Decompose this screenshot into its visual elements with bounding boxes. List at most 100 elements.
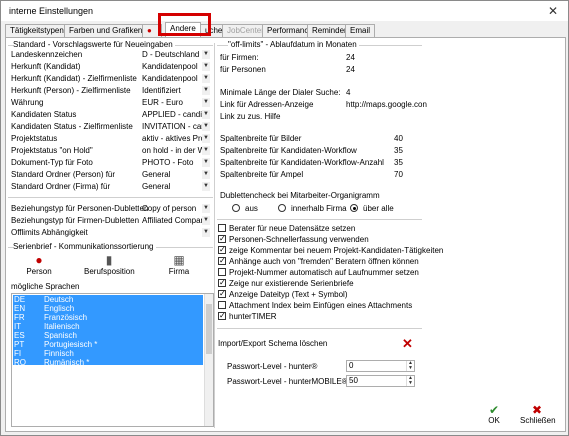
password-hunter-stepper[interactable]: 0 ▲ ▼	[346, 360, 415, 372]
row-label: Herkunft (Kandidat)	[11, 62, 81, 71]
close-icon: ✖	[531, 403, 543, 417]
radio-label: über alle	[363, 204, 394, 213]
chevron-down-icon: ▼	[202, 62, 210, 71]
ok-button[interactable]: ✔ OK	[484, 404, 504, 425]
password-mobile-stepper[interactable]: 50 ▲ ▼	[346, 375, 415, 387]
checkbox-attachment-index[interactable]	[218, 301, 226, 309]
chevron-down-icon: ▼	[202, 110, 210, 119]
checkbox-huntertimer[interactable]: ✓	[218, 312, 226, 320]
projektstatus-onhold-select[interactable]: on hold - in der Wa ▼	[139, 145, 211, 156]
ordner-firma-select[interactable]: General ▼	[139, 181, 211, 192]
landeskennzeichen-select[interactable]: D - Deutschland ▼	[139, 49, 211, 60]
list-item[interactable]: FR Französisch	[14, 313, 87, 322]
radio-ueber-alle[interactable]	[350, 204, 358, 212]
list-item[interactable]: DE Deutsch	[14, 295, 73, 304]
dialer-length-field[interactable]: 4	[346, 88, 350, 97]
row-label: Beziehungstyp für Firmen-Dubletten	[11, 216, 140, 225]
list-item[interactable]: RO Rumänisch *	[14, 358, 89, 367]
stepper-arrows-icon: ▲ ▼	[406, 376, 414, 386]
tab-traffic-light[interactable]: ●	[142, 24, 162, 37]
person-icon: ●	[35, 253, 43, 267]
close-icon[interactable]: ✕	[548, 4, 558, 18]
checkbox-label: Zeige nur existierende Serienbriefe	[229, 279, 354, 288]
offlimits-personen-label: für Personen	[220, 65, 266, 74]
checkbox-dateityp[interactable]: ✓	[218, 290, 226, 298]
traffic-light-icon: ●	[147, 26, 152, 35]
tab-taetigkeitstypen[interactable]: Tätigkeitstypen	[5, 24, 69, 37]
projektstatus-select[interactable]: aktiv - aktives Proje ▼	[139, 133, 211, 144]
serial-berufsposition-button[interactable]: ▮ Berufsposition	[84, 254, 135, 277]
list-item[interactable]: FI Finnisch	[14, 349, 74, 358]
list-item[interactable]: PT Portugiesisch *	[14, 340, 97, 349]
row-label: Herkunft (Person) - Zielfirmenliste	[11, 86, 131, 95]
checkbox-label: Anhänge auch von "fremden" Beratern öffn…	[229, 257, 419, 266]
width-field[interactable]: 40	[394, 134, 403, 143]
address-link-field[interactable]: http://maps.google.con	[346, 100, 427, 109]
checkbox-schnellerfassung[interactable]: ✓	[218, 235, 226, 243]
width-label: Spaltenbreite für Bilder	[220, 134, 302, 143]
chevron-down-icon: ▼	[202, 216, 210, 225]
checkbox-serienbriefe[interactable]: ✓	[218, 279, 226, 287]
serial-person-button[interactable]: ● Person	[24, 253, 54, 277]
languages-title: mögliche Sprachen	[11, 282, 80, 291]
dialer-label: Minimale Länge der Dialer Suche:	[220, 88, 341, 97]
radio-innerhalb-firma[interactable]	[278, 204, 286, 212]
tab-farben-grafiken[interactable]: Farben und Grafiken	[64, 24, 148, 37]
row-label: Dokument-Typ für Foto	[11, 158, 93, 167]
width-field[interactable]: 35	[394, 158, 403, 167]
offlimits-personen-field[interactable]: 24	[346, 65, 355, 74]
stepper-arrows-icon: ▲ ▼	[406, 361, 414, 371]
schliessen-button[interactable]: ✖ Schließen	[520, 403, 556, 425]
languages-listbox[interactable]: DE Deutsch EN Englisch FR Französisch IT Ita…	[11, 293, 214, 427]
chevron-down-icon: ▼	[202, 228, 210, 237]
settings-window: interne Einstellungen ✕ Tätigkeitstypen …	[0, 0, 569, 436]
list-item[interactable]: EN Englisch	[14, 304, 74, 313]
dublettencheck-title: Dublettencheck bei Mitarbeiter-Organigra…	[220, 191, 380, 200]
checkbox-projektnummer[interactable]	[218, 268, 226, 276]
width-field[interactable]: 35	[394, 146, 403, 155]
chevron-down-icon: ▼	[202, 182, 210, 191]
offlimits-firmen-label: für Firmen:	[220, 53, 259, 62]
kandidaten-status-ziel-select[interactable]: INVITATION - canc ▼	[139, 121, 211, 132]
beziehung-firmen-select[interactable]: Affiliated Company ▼	[139, 215, 211, 226]
width-field[interactable]: 70	[394, 170, 403, 179]
tab-andere[interactable]: Andere	[165, 22, 201, 37]
beziehung-personen-select[interactable]: Copy of person ▼	[139, 203, 211, 214]
row-label: Projektstatus "on Hold"	[11, 146, 93, 155]
row-label: Projektstatus	[11, 134, 58, 143]
checkbox-label: hunterTIMER	[229, 312, 277, 321]
chevron-down-icon: ▼	[202, 50, 210, 59]
building-icon: ▦	[173, 253, 185, 267]
checkbox-kommentar[interactable]: ✓	[218, 246, 226, 254]
tab-panel-andere: Standard - Vorschlagswerte für Neueingab…	[5, 37, 566, 432]
width-label: Spaltenbreite für Kandidaten-Workflow	[220, 146, 357, 155]
tab-email[interactable]: Email	[345, 24, 376, 37]
checkbox-label: Personen-Schnellerfassung verwenden	[229, 235, 369, 244]
kandidaten-status-select[interactable]: APPLIED - candida ▼	[139, 109, 211, 120]
schema-label: Import/Export Schema löschen	[218, 339, 328, 348]
delete-icon[interactable]: ✕	[402, 336, 413, 352]
offlimits-firmen-field[interactable]: 24	[346, 53, 355, 62]
list-item[interactable]: IT Italienisch	[14, 322, 80, 331]
row-label: Beziehungstyp für Personen-Dubletten	[11, 204, 149, 213]
list-item[interactable]: ES Spanisch	[14, 331, 77, 340]
radio-label: innerhalb Firma	[291, 204, 347, 213]
offlimits-abhaengigkeit-select[interactable]: ▼	[139, 227, 211, 238]
languages-scrollbar[interactable]	[204, 294, 213, 426]
row-label: Währung	[11, 98, 44, 107]
herkunft-person-ziel-select[interactable]: Identifiziert ▼	[139, 85, 211, 96]
serial-firma-button[interactable]: ▦ Firma	[164, 253, 194, 277]
herkunft-kandidat-ziel-select[interactable]: Kandidatenpool ▼	[139, 73, 211, 84]
checkbox-anhaenge[interactable]: ✓	[218, 257, 226, 265]
dokument-typ-foto-select[interactable]: PHOTO - Foto ▼	[139, 157, 211, 168]
waehrung-select[interactable]: EUR - Euro ▼	[139, 97, 211, 108]
chevron-down-icon: ▼	[202, 170, 210, 179]
address-link-label: Link für Adressen-Anzeige	[220, 100, 314, 109]
herkunft-kandidat-select[interactable]: Kandidatenpool ▼	[139, 61, 211, 72]
row-label: Kandidaten Status - Zielfirmenliste	[11, 122, 133, 131]
radio-aus[interactable]	[232, 204, 240, 212]
checkbox-berater[interactable]	[218, 224, 226, 232]
row-label: Offlimits Abhängigkeit	[11, 228, 88, 237]
chevron-down-icon: ▼	[202, 74, 210, 83]
ordner-person-select[interactable]: General ▼	[139, 169, 211, 180]
